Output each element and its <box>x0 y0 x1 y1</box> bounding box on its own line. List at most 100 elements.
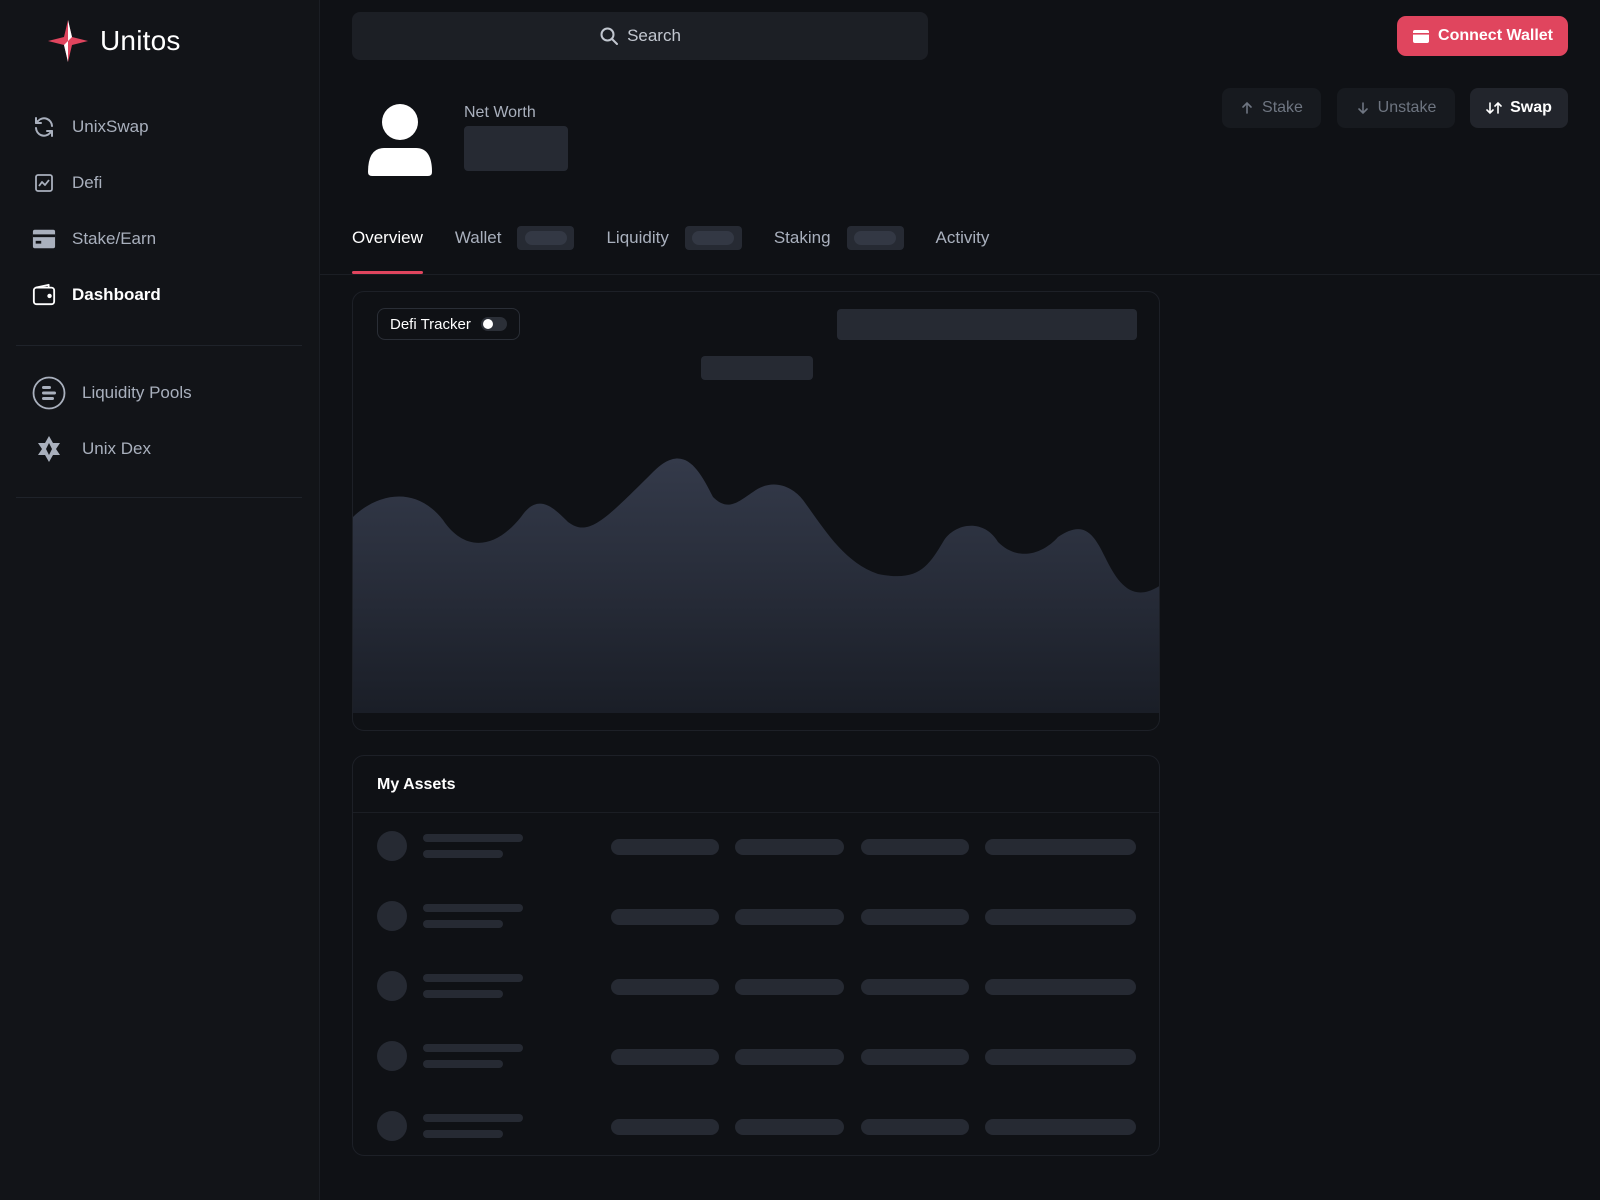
asset-cell-skeleton <box>611 839 719 855</box>
net-worth-label: Net Worth <box>464 104 536 121</box>
tab-label: Liquidity <box>606 228 669 247</box>
token-icon-skeleton <box>377 901 407 931</box>
stake-button[interactable]: Stake <box>1222 88 1321 128</box>
sidebar: Unitos UnixSwap Defi Stake/Earn Dashboar… <box>0 0 320 1200</box>
sidebar-item-label: Dashboard <box>72 285 161 304</box>
tab-count-skeleton <box>684 226 742 250</box>
my-assets-title: My Assets <box>377 776 456 793</box>
asset-row-skeleton <box>353 897 1159 937</box>
asset-cell-skeleton <box>985 979 1136 995</box>
refresh-icon <box>32 115 56 139</box>
asset-cell-skeleton <box>985 909 1136 925</box>
asset-symbol-skeleton <box>423 1130 503 1138</box>
sidebar-item-label: Unix Dex <box>82 439 151 458</box>
arrow-up-icon <box>1242 101 1252 114</box>
asset-cell-skeleton <box>861 979 969 995</box>
asset-name-skeleton <box>423 974 523 982</box>
brand-name: Unitos <box>100 25 181 56</box>
tab-count-skeleton <box>517 226 575 250</box>
asset-cell-skeleton <box>985 1119 1136 1135</box>
connect-wallet-button[interactable]: Connect Wallet <box>1397 16 1568 56</box>
asset-cell-skeleton <box>861 909 969 925</box>
token-icon-skeleton <box>377 1041 407 1071</box>
asset-name-skeleton <box>423 834 523 842</box>
brand-logo[interactable]: Unitos <box>48 20 181 62</box>
sidebar-item-label: Stake/Earn <box>72 229 157 248</box>
wallet-icon <box>1413 30 1430 43</box>
tab-overview[interactable]: Overview <box>352 216 423 274</box>
networth-area-chart <box>353 458 1159 713</box>
asset-cell-skeleton <box>861 839 969 855</box>
assets-header-divider <box>353 812 1159 813</box>
connect-wallet-label: Connect Wallet <box>1438 27 1553 44</box>
swap-button[interactable]: Swap <box>1470 88 1568 128</box>
swap-label: Swap <box>1510 99 1552 116</box>
asset-name-skeleton <box>423 1114 523 1122</box>
asset-cell-skeleton <box>985 1049 1136 1065</box>
sidebar-item-label: UnixSwap <box>72 117 149 136</box>
card-icon <box>32 227 56 251</box>
token-icon-skeleton <box>377 971 407 1001</box>
search-input[interactable]: Search <box>352 12 928 60</box>
tabs-divider <box>320 274 1600 275</box>
search-placeholder: Search <box>627 26 681 45</box>
asset-row-skeleton <box>353 827 1159 867</box>
asset-row-skeleton <box>353 1107 1159 1147</box>
asset-cell-skeleton <box>735 909 844 925</box>
asset-symbol-skeleton <box>423 1060 503 1068</box>
tab-count-skeleton <box>846 226 904 250</box>
tab-staking[interactable]: Staking <box>774 216 904 274</box>
my-assets-card: My Assets <box>352 755 1160 1156</box>
sidebar-item-label: Defi <box>72 173 103 192</box>
sidebar-item-unix-dex[interactable]: Unix Dex <box>32 432 151 466</box>
sidebar-divider <box>16 345 302 346</box>
asset-cell-skeleton <box>861 1119 969 1135</box>
asset-row-skeleton <box>353 1037 1159 1077</box>
asset-cell-skeleton <box>861 1049 969 1065</box>
sidebar-item-label: Liquidity Pools <box>82 383 192 402</box>
arrow-down-icon <box>1357 102 1368 115</box>
pools-icon <box>32 376 66 410</box>
asset-name-skeleton <box>423 904 523 912</box>
swap-arrows-icon <box>1486 101 1502 115</box>
asset-name-skeleton <box>423 1044 523 1052</box>
asset-cell-skeleton <box>611 1049 719 1065</box>
asset-symbol-skeleton <box>423 990 503 998</box>
user-avatar-icon <box>368 104 432 176</box>
tab-liquidity[interactable]: Liquidity <box>606 216 742 274</box>
token-icon-skeleton <box>377 831 407 861</box>
sidebar-item-liquidity-pools[interactable]: Liquidity Pools <box>32 376 192 410</box>
networth-area <box>353 458 1159 713</box>
search-icon <box>600 27 619 45</box>
token-icon-skeleton <box>377 1111 407 1141</box>
asset-cell-skeleton <box>611 979 719 995</box>
tab-activity[interactable]: Activity <box>936 216 990 274</box>
sidebar-item-unixswap[interactable]: UnixSwap <box>32 115 149 139</box>
asset-cell-skeleton <box>611 909 719 925</box>
sidebar-item-stake-earn[interactable]: Stake/Earn <box>32 227 156 251</box>
asset-symbol-skeleton <box>423 850 503 858</box>
chart-icon <box>32 171 56 195</box>
networth-chart-card: Defi Tracker <box>352 291 1160 731</box>
sidebar-item-defi[interactable]: Defi <box>32 171 102 195</box>
asset-cell-skeleton <box>735 1119 844 1135</box>
asset-symbol-skeleton <box>423 920 503 928</box>
tab-label: Staking <box>773 228 831 247</box>
asset-cell-skeleton <box>985 839 1136 855</box>
tab-wallet[interactable]: Wallet <box>455 216 575 274</box>
asset-cell-skeleton <box>735 1049 844 1065</box>
unstake-button[interactable]: Unstake <box>1337 88 1455 128</box>
tab-label: Activity <box>935 228 990 247</box>
net-worth-value-skeleton <box>464 126 568 171</box>
asset-cell-skeleton <box>735 839 844 855</box>
dex-icon <box>32 432 66 466</box>
unitos-logo-icon <box>48 20 88 62</box>
asset-row-skeleton <box>353 967 1159 1007</box>
stake-label: Stake <box>1262 99 1303 116</box>
sidebar-item-dashboard[interactable]: Dashboard <box>32 283 161 307</box>
asset-cell-skeleton <box>735 979 844 995</box>
sidebar-divider <box>16 497 302 498</box>
unstake-label: Unstake <box>1377 99 1437 116</box>
asset-cell-skeleton <box>611 1119 719 1135</box>
tab-label: Overview <box>352 228 423 247</box>
